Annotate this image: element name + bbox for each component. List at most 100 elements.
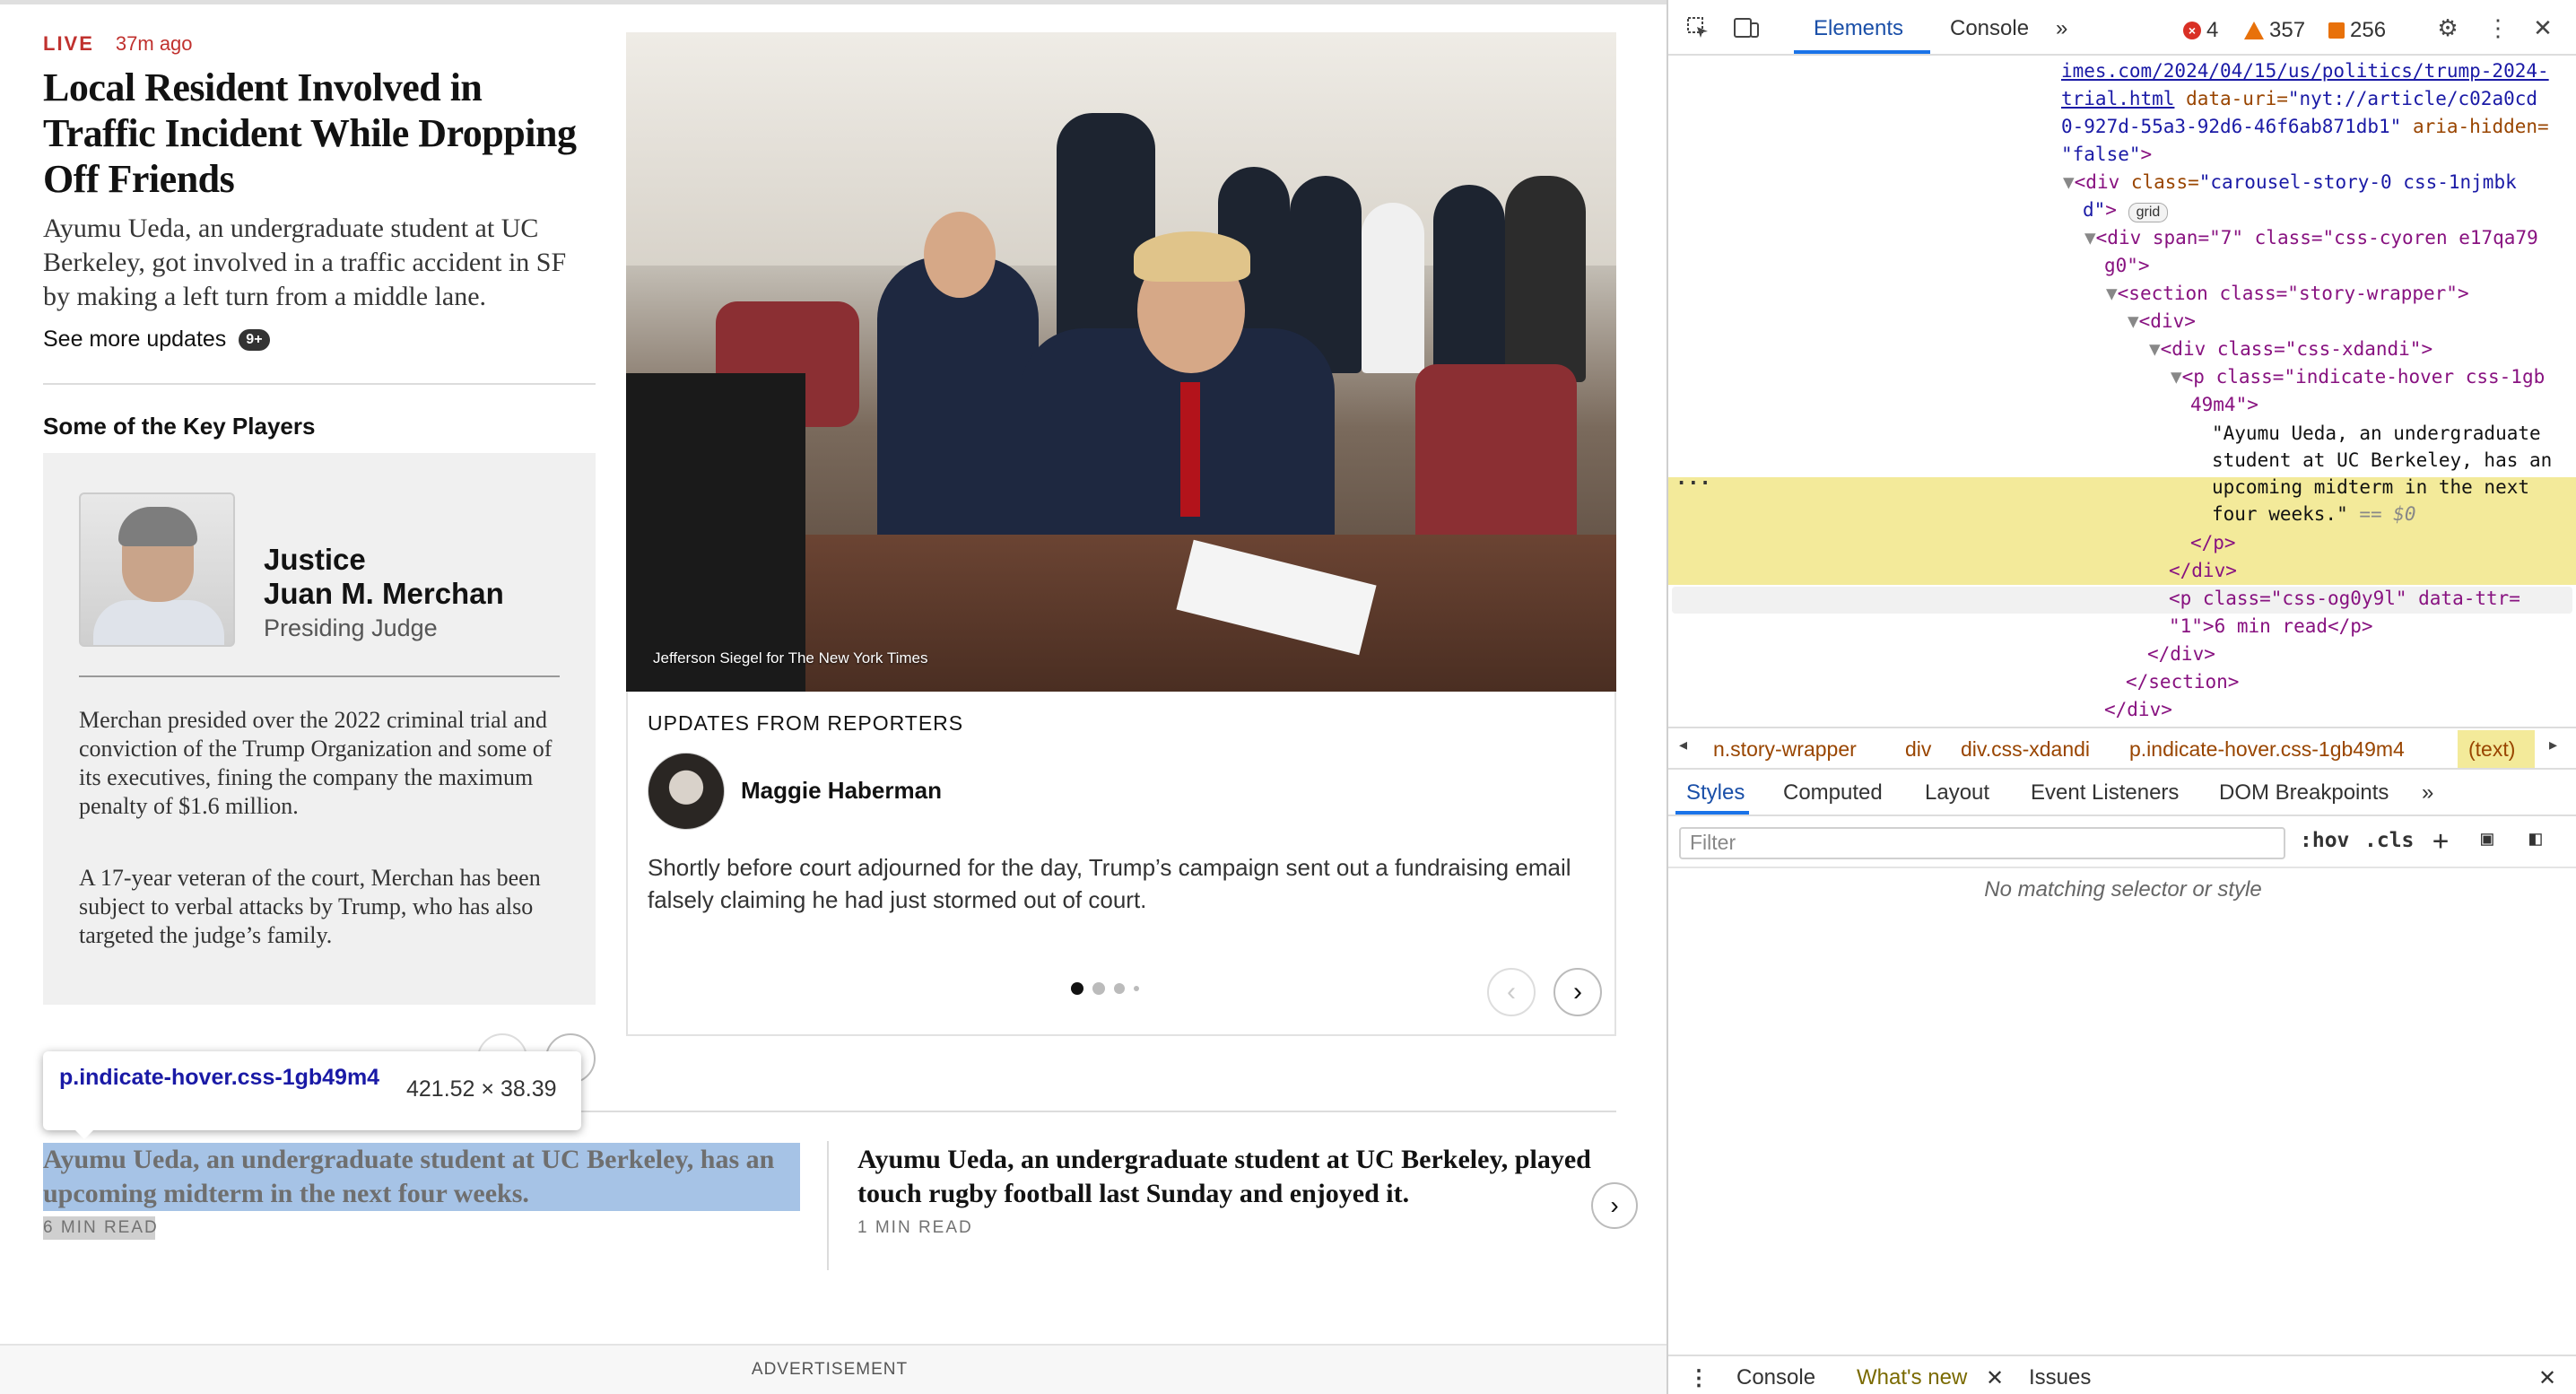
tooltip-size: 421.52 × 38.39	[406, 1076, 557, 1102]
headline[interactable]: Local Resident Involved in Traffic Incid…	[43, 65, 599, 202]
dom-line[interactable]: ▼<div>	[2128, 308, 2196, 335]
dom-line[interactable]: imes.com/2024/04/15/us/politics/trump-20…	[2061, 57, 2549, 85]
tab-elements[interactable]: Elements	[1814, 16, 1903, 41]
dom-line[interactable]: ▼<p class="indicate-hover css-1gb	[2171, 363, 2545, 391]
breadcrumb-item[interactable]: n.story-wrapper	[1713, 737, 1857, 762]
add-style-rule-icon[interactable]: +	[2432, 825, 2449, 857]
devtools-panel: Elements Console » × 4 357 256 ⚙ ⋮ ✕ ··· …	[1667, 0, 2576, 1394]
advertisement-label: ADVERTISEMENT	[751, 1360, 909, 1379]
dom-line[interactable]: g0">	[2104, 252, 2150, 280]
stories-next-button[interactable]: ›	[1591, 1182, 1638, 1229]
dom-line[interactable]: d"> grid	[2083, 196, 2169, 224]
player-role: Presiding Judge	[264, 614, 438, 641]
more-tabs-icon[interactable]: »	[2056, 16, 2067, 41]
dom-line[interactable]: 49m4">	[2190, 391, 2258, 419]
error-count-value: 4	[2206, 18, 2219, 42]
time-ago: 37m ago	[115, 32, 193, 55]
chevron-left-icon: ‹	[1507, 977, 1516, 1006]
cls-toggle[interactable]: .cls	[2364, 829, 2414, 852]
inspect-element-icon[interactable]	[1683, 13, 1713, 43]
issues-count[interactable]: 256	[2328, 18, 2386, 43]
tab-dom-breakpoints[interactable]: DOM Breakpoints	[2219, 780, 2389, 806]
tooltip-selector: p.indicate-hover.css-1gb49m4	[59, 1065, 380, 1090]
drawer-tab-issues[interactable]: Issues	[2029, 1365, 2091, 1390]
see-more-label: See more updates	[43, 327, 227, 352]
carousel-next-button[interactable]: ›	[1553, 968, 1602, 1016]
breadcrumb-scroll-right-icon[interactable]: ▸	[2549, 736, 2557, 754]
card-divider	[79, 675, 560, 677]
drawer-tab-whats-new[interactable]: What's new	[1857, 1365, 1967, 1390]
carousel-dot[interactable]	[1114, 983, 1125, 994]
dom-line[interactable]: </section>	[2126, 668, 2239, 696]
story-link-2[interactable]: Ayumu Ueda, an undergraduate student at …	[857, 1143, 1593, 1211]
devtools-drawer: ⋮ Console What's new ✕ Issues ✕	[1668, 1355, 2576, 1394]
styles-tabbar: Styles Computed Layout Event Listeners D…	[1668, 770, 2576, 816]
selected-text-node[interactable]: four weeks." == $0	[2212, 501, 2416, 528]
dom-line[interactable]: ▼<div class="carousel-story-0 css-1njmbk	[2063, 169, 2517, 196]
carousel-prev-button[interactable]: ‹	[1487, 968, 1536, 1016]
carousel-dot[interactable]	[1134, 986, 1139, 991]
grid-badge[interactable]: grid	[2128, 203, 2169, 222]
drawer-tab-console[interactable]: Console	[1736, 1365, 1815, 1390]
dom-line[interactable]: ▼<section class="story-wrapper">	[2106, 280, 2469, 308]
summary: Ayumu Ueda, an undergraduate student at …	[43, 213, 567, 311]
breadcrumb-item[interactable]: div	[1905, 737, 1931, 762]
dom-line[interactable]: </div>	[2169, 557, 2237, 585]
error-count[interactable]: × 4	[2183, 18, 2218, 43]
carousel-dot-active[interactable]	[1071, 982, 1083, 995]
divider	[43, 383, 596, 385]
no-matching-styles-message: No matching selector or style	[1984, 877, 2262, 902]
selected-text-node[interactable]: student at UC Berkeley, has an	[2212, 447, 2552, 475]
dom-line[interactable]: 0-927d-55a3-92d6-46f6ab871db1" aria-hidd…	[2061, 113, 2549, 141]
breadcrumb-item[interactable]: p.indicate-hover.css-1gb49m4	[2129, 737, 2405, 762]
device-toolbar-icon[interactable]	[1731, 13, 1762, 43]
dom-line[interactable]: "false">	[2061, 141, 2152, 169]
more-style-tabs-icon[interactable]: »	[2422, 780, 2433, 806]
courtroom-photo: Jefferson Siegel for The New York Times	[626, 32, 1616, 692]
inspector-tooltip: p.indicate-hover.css-1gb49m4 421.52 × 38…	[43, 1051, 581, 1139]
settings-gear-icon[interactable]: ⚙	[2432, 13, 2463, 43]
player-name-full: Juan M. Merchan	[264, 577, 504, 610]
dom-line[interactable]: </p>	[2190, 529, 2236, 557]
player-name-title: Justice	[264, 543, 366, 576]
tab-layout[interactable]: Layout	[1925, 780, 1989, 806]
hov-toggle[interactable]: :hov	[2300, 829, 2349, 852]
tab-console[interactable]: Console	[1950, 16, 2029, 41]
selected-text-node[interactable]: "Ayumu Ueda, an undergraduate	[2212, 420, 2541, 448]
tab-event-listeners[interactable]: Event Listeners	[2031, 780, 2179, 806]
reporter-name[interactable]: Maggie Haberman	[741, 777, 942, 805]
breadcrumb-item[interactable]: div.css-xdandi	[1961, 737, 2090, 762]
toggle-sidebar-icon[interactable]: ◧	[2529, 827, 2542, 850]
photo-credit: Jefferson Siegel for The New York Times	[653, 649, 928, 667]
dom-line[interactable]: <p class="css-og0y9l" data-ttr=	[2169, 585, 2520, 613]
breadcrumb-item-active[interactable]: (text)	[2468, 737, 2515, 762]
paint-brush-icon[interactable]: ▣	[2481, 827, 2493, 850]
key-player-card: Justice Juan M. Merchan Presiding Judge …	[43, 453, 596, 1005]
close-devtools-icon[interactable]: ✕	[2528, 13, 2558, 43]
close-whats-new-icon[interactable]: ✕	[1986, 1365, 2004, 1391]
tab-computed[interactable]: Computed	[1783, 780, 1883, 806]
dom-line[interactable]: ▼<div class="css-xdandi">	[2149, 335, 2432, 363]
node-actions-icon[interactable]: ···	[1675, 470, 1711, 498]
breadcrumb-scroll-left-icon[interactable]: ◂	[1679, 736, 1687, 754]
carousel-dot[interactable]	[1092, 982, 1105, 995]
dom-line[interactable]: "1">6 min read</p>	[2169, 613, 2373, 640]
chevron-right-icon: ›	[1573, 977, 1582, 1006]
warning-count[interactable]: 357	[2244, 18, 2305, 43]
dom-line[interactable]: </div>	[2104, 696, 2172, 724]
selected-text-node[interactable]: upcoming midterm in the next	[2212, 474, 2529, 501]
drawer-menu-icon[interactable]: ⋮	[1688, 1365, 1710, 1391]
more-options-icon[interactable]: ⋮	[2483, 13, 2513, 43]
close-drawer-icon[interactable]: ✕	[2538, 1365, 2556, 1391]
dom-tree: ··· imes.com/2024/04/15/us/politics/trum…	[1668, 57, 2576, 727]
styles-filter-input[interactable]: Filter	[1679, 827, 2285, 859]
player-bio-1: Merchan presided over the 2022 criminal …	[79, 707, 553, 819]
dom-line[interactable]: trial.html data-uri="nyt://article/c02a0…	[2061, 85, 2537, 113]
see-more-updates-link[interactable]: See more updates 9+	[43, 327, 270, 353]
dom-line[interactable]: ▼<div span="7" class="css-cyoren e17qa79	[2084, 224, 2538, 252]
reporter-avatar	[648, 753, 725, 830]
story-link-1[interactable]: Ayumu Ueda, an undergraduate student at …	[43, 1143, 779, 1211]
tab-styles[interactable]: Styles	[1686, 780, 1745, 806]
judge-portrait	[79, 492, 235, 647]
dom-line[interactable]: </div>	[2147, 640, 2215, 668]
